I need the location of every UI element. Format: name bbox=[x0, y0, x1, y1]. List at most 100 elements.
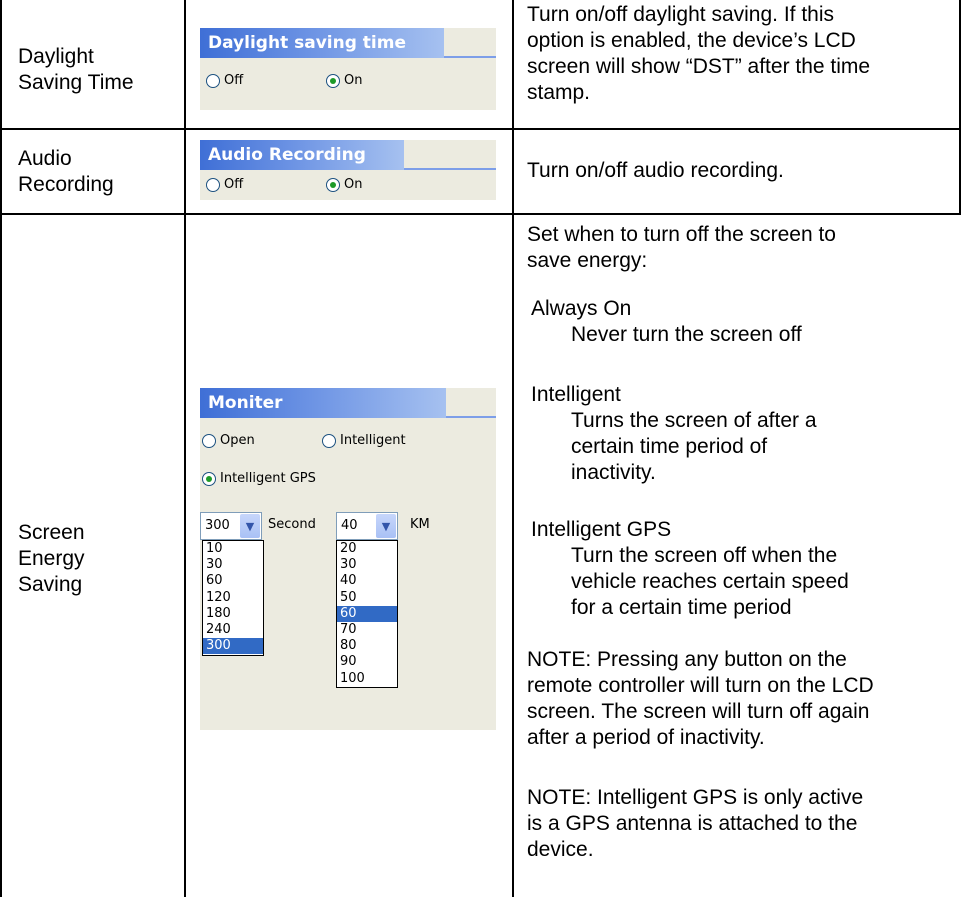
panel-title: Moniter bbox=[200, 388, 446, 418]
note-gps: NOTE: Intelligent GPS is only active is … bbox=[527, 785, 863, 863]
mode-always-on: Always On Never turn the screen off bbox=[531, 296, 802, 348]
audio-off-radio[interactable]: Off bbox=[206, 176, 243, 194]
radio-label: Intelligent GPS bbox=[220, 471, 316, 486]
label-line: Daylight bbox=[18, 45, 94, 68]
panel-title-underline bbox=[404, 168, 496, 170]
radio-off-icon bbox=[206, 178, 220, 192]
column-divider-2 bbox=[512, 0, 514, 897]
intelligent-radio[interactable]: Intelligent bbox=[322, 432, 406, 450]
label-line: Recording bbox=[18, 173, 114, 196]
mode-name: Intelligent GPS bbox=[531, 518, 672, 541]
audio-on-radio[interactable]: On bbox=[326, 176, 362, 194]
row-label-screen-energy: Screen Energy Saving bbox=[18, 520, 85, 598]
panel-title-underline bbox=[446, 416, 496, 418]
list-option[interactable]: 10 bbox=[203, 541, 263, 557]
mode-detail: vehicle reaches certain speed bbox=[571, 570, 849, 593]
list-option[interactable]: 20 bbox=[337, 541, 397, 557]
radio-off-icon bbox=[322, 434, 336, 448]
description-line: save energy: bbox=[527, 249, 648, 272]
list-option[interactable]: 80 bbox=[337, 638, 397, 654]
radio-on-icon bbox=[202, 472, 216, 486]
list-option-selected[interactable]: 300 bbox=[203, 638, 263, 655]
note-line: NOTE: Pressing any button on the bbox=[527, 648, 847, 671]
row-label-audio: Audio Recording bbox=[18, 146, 114, 198]
note-line: is a GPS antenna is attached to the bbox=[527, 812, 858, 835]
list-option-selected[interactable]: 60 bbox=[337, 605, 397, 622]
radio-off-icon bbox=[206, 74, 220, 88]
mode-name: Always On bbox=[531, 297, 632, 320]
km-options-list[interactable]: 20 30 40 50 60 70 80 90 100 bbox=[336, 540, 398, 688]
label-line: Energy bbox=[18, 547, 85, 570]
moniter-panel: Moniter Open Intelligent Intelligent GPS… bbox=[200, 388, 496, 730]
list-option[interactable]: 30 bbox=[337, 557, 397, 573]
description-line: screen will show “DST” after the time bbox=[527, 55, 871, 78]
note-line: screen. The screen will turn off again bbox=[527, 700, 870, 723]
intelligent-gps-radio[interactable]: Intelligent GPS bbox=[202, 470, 316, 488]
list-option[interactable]: 240 bbox=[203, 622, 263, 638]
list-option[interactable]: 40 bbox=[337, 573, 397, 589]
list-option[interactable]: 70 bbox=[337, 622, 397, 638]
label-line: Screen bbox=[18, 521, 85, 544]
select-value: 40 bbox=[341, 518, 358, 533]
list-option[interactable]: 90 bbox=[337, 654, 397, 670]
intro-text: Set when to turn off the screen to save … bbox=[527, 222, 836, 274]
mode-detail: Turn the screen off when the bbox=[571, 544, 838, 567]
list-option[interactable]: 100 bbox=[337, 671, 397, 687]
note-remote: NOTE: Pressing any button on the remote … bbox=[527, 647, 874, 751]
label-line: Audio bbox=[18, 147, 72, 170]
list-option[interactable]: 50 bbox=[337, 590, 397, 606]
select-value: 300 bbox=[205, 518, 230, 533]
note-line: remote controller will turn on the LCD bbox=[527, 674, 874, 697]
mode-detail: for a certain time period bbox=[571, 596, 792, 619]
mode-detail: Turns the screen of after a bbox=[571, 409, 817, 432]
radio-label: Off bbox=[224, 73, 244, 88]
chevron-down-icon[interactable]: ▼ bbox=[376, 514, 396, 538]
panel-title-underline bbox=[444, 56, 496, 58]
chevron-down-icon[interactable]: ▼ bbox=[240, 514, 260, 538]
note-line: after a period of inactivity. bbox=[527, 726, 765, 749]
radio-label: Open bbox=[220, 433, 255, 448]
row-divider-1 bbox=[0, 128, 961, 130]
list-option[interactable]: 120 bbox=[203, 590, 263, 606]
radio-label: On bbox=[344, 177, 363, 192]
description-line: Turn on/off audio recording. bbox=[527, 159, 784, 182]
mode-detail: Never turn the screen off bbox=[571, 323, 802, 346]
radio-off-icon bbox=[202, 434, 216, 448]
row-label-daylight: Daylight Saving Time bbox=[18, 44, 134, 96]
table-border-left bbox=[0, 0, 2, 213]
mode-intelligent: Intelligent Turns the screen of after a … bbox=[531, 382, 817, 486]
second-options-list[interactable]: 10 30 60 120 180 240 300 bbox=[202, 540, 264, 656]
radio-on-icon bbox=[326, 74, 340, 88]
mode-detail: certain time period of bbox=[571, 435, 768, 458]
list-option[interactable]: 30 bbox=[203, 557, 263, 573]
row-divider-2 bbox=[0, 213, 961, 215]
description-line: stamp. bbox=[527, 81, 591, 104]
daylight-saving-panel: Daylight saving time Off On bbox=[200, 28, 496, 110]
list-option[interactable]: 180 bbox=[203, 606, 263, 622]
km-select[interactable]: 40 ▼ bbox=[336, 512, 398, 540]
second-select[interactable]: 300 ▼ bbox=[200, 512, 262, 540]
panel-title: Daylight saving time bbox=[200, 28, 444, 58]
table-border-left-lower bbox=[0, 213, 2, 897]
row-description-audio: Turn on/off audio recording. bbox=[527, 158, 784, 184]
description-line: option is enabled, the device’s LCD bbox=[527, 29, 856, 52]
mode-name: Intelligent bbox=[531, 383, 621, 406]
daylight-on-radio[interactable]: On bbox=[326, 72, 362, 90]
description-line: Turn on/off daylight saving. If this bbox=[527, 3, 835, 26]
radio-label: Off bbox=[224, 177, 244, 192]
radio-on-icon bbox=[326, 178, 340, 192]
mode-detail: inactivity. bbox=[571, 461, 656, 484]
label-line: Saving Time bbox=[18, 71, 134, 94]
daylight-off-radio[interactable]: Off bbox=[206, 72, 243, 90]
mode-intelligent-gps: Intelligent GPS Turn the screen off when… bbox=[531, 517, 849, 621]
table-border-right bbox=[959, 0, 961, 213]
label-line: Saving bbox=[18, 573, 83, 596]
audio-recording-panel: Audio Recording Off On bbox=[200, 140, 496, 200]
radio-label: Intelligent bbox=[340, 433, 406, 448]
note-line: device. bbox=[527, 838, 594, 861]
column-divider-1 bbox=[184, 0, 186, 897]
panel-title: Audio Recording bbox=[200, 140, 404, 170]
row-description-daylight: Turn on/off daylight saving. If this opt… bbox=[527, 2, 870, 106]
open-radio[interactable]: Open bbox=[202, 432, 255, 450]
list-option[interactable]: 60 bbox=[203, 573, 263, 589]
